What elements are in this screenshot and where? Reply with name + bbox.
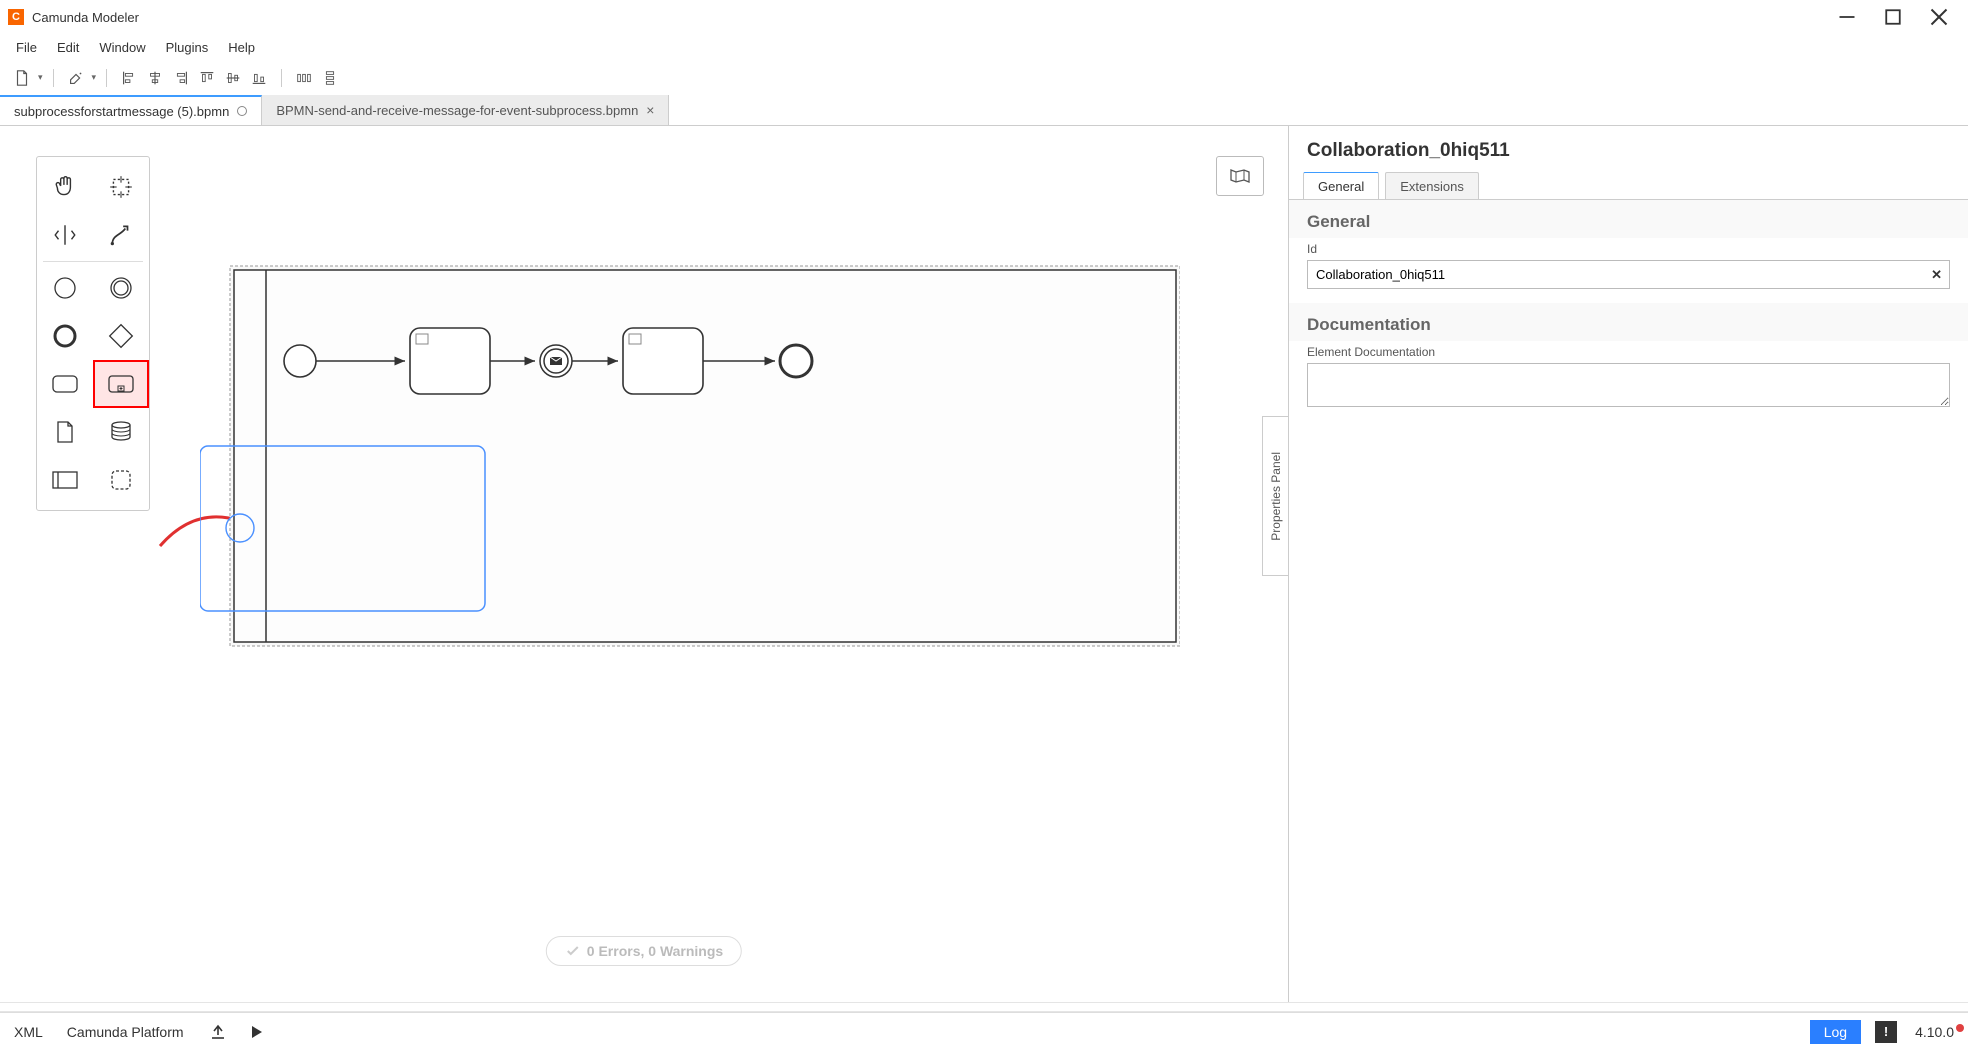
properties-panel-toggle[interactable]: Properties Panel [1262, 416, 1288, 576]
data-store-tool[interactable] [93, 408, 149, 456]
intermediate-event-tool[interactable] [93, 264, 149, 312]
start-event[interactable] [284, 345, 316, 377]
participant-tool[interactable] [37, 456, 93, 504]
gateway-tool[interactable] [93, 312, 149, 360]
window-controls [1838, 8, 1960, 26]
toolbar: ▾ ▾ [0, 60, 1968, 96]
global-connect-tool[interactable] [93, 211, 149, 259]
tool-palette [36, 156, 150, 511]
properties-panel: Collaboration_0hiq511 General Extensions… [1288, 126, 1968, 1002]
close-button[interactable] [1930, 8, 1948, 26]
tab-label: BPMN-send-and-receive-message-for-event-… [276, 103, 638, 118]
canvas-area[interactable]: Properties Panel [0, 126, 1288, 1002]
bpmn-canvas[interactable] [200, 166, 1180, 766]
panel-tabs: General Extensions [1289, 172, 1968, 200]
dirty-indicator-icon [237, 106, 247, 116]
main: Properties Panel [0, 126, 1968, 1002]
validation-status[interactable]: 0 Errors, 0 Warnings [546, 936, 742, 966]
menu-file[interactable]: File [6, 36, 47, 59]
minimize-button[interactable] [1838, 8, 1856, 26]
tabbar: subprocessforstartmessage (5).bpmn BPMN-… [0, 96, 1968, 126]
distribute-v-button[interactable] [318, 66, 342, 90]
space-tool[interactable] [37, 211, 93, 259]
footer-xml-tab[interactable]: XML [14, 1024, 43, 1040]
update-available-icon [1956, 1024, 1964, 1032]
align-right-button[interactable] [169, 66, 193, 90]
tab-file-1[interactable]: subprocessforstartmessage (5).bpmn [0, 95, 262, 125]
align-middle-v-button[interactable] [221, 66, 245, 90]
menubar: File Edit Window Plugins Help [0, 34, 1968, 60]
end-event-tool[interactable] [37, 312, 93, 360]
distribute-h-button[interactable] [292, 66, 316, 90]
menu-plugins[interactable]: Plugins [156, 36, 219, 59]
id-label: Id [1307, 242, 1950, 256]
close-icon[interactable]: × [646, 102, 654, 118]
tab-file-2[interactable]: BPMN-send-and-receive-message-for-event-… [262, 95, 669, 125]
align-top-button[interactable] [195, 66, 219, 90]
titlebar: C Camunda Modeler [0, 0, 1968, 34]
new-file-button[interactable] [10, 66, 34, 90]
status-text: 0 Errors, 0 Warnings [587, 943, 723, 959]
start-event-tool[interactable] [37, 264, 93, 312]
app-icon: C [8, 9, 24, 25]
color-picker-button[interactable] [64, 66, 88, 90]
minimap-toggle[interactable] [1216, 156, 1264, 196]
menu-window[interactable]: Window [89, 36, 155, 59]
group-tool[interactable] [93, 456, 149, 504]
tab-label: subprocessforstartmessage (5).bpmn [14, 104, 229, 119]
section-documentation-header: Documentation [1289, 303, 1968, 341]
color-caret-icon[interactable]: ▾ [92, 72, 97, 83]
panel-title: Collaboration_0hiq511 [1289, 126, 1968, 172]
documentation-label: Element Documentation [1307, 345, 1950, 359]
align-bottom-button[interactable] [247, 66, 271, 90]
task-tool[interactable] [37, 360, 93, 408]
deploy-button[interactable] [208, 1022, 228, 1042]
hand-tool[interactable] [37, 163, 93, 211]
new-file-caret-icon[interactable]: ▾ [38, 72, 43, 83]
documentation-input[interactable] [1307, 363, 1950, 407]
notifications-button[interactable]: ! [1875, 1021, 1897, 1043]
subprocess-expanded-tool[interactable] [93, 360, 149, 408]
align-left-button[interactable] [117, 66, 141, 90]
clear-id-button[interactable]: ✕ [1931, 267, 1942, 283]
data-object-tool[interactable] [37, 408, 93, 456]
tab-general[interactable]: General [1303, 172, 1379, 200]
menu-edit[interactable]: Edit [47, 36, 89, 59]
id-input[interactable] [1307, 260, 1950, 289]
end-event[interactable] [780, 345, 812, 377]
task-2[interactable] [623, 328, 703, 394]
footer-platform-selector[interactable]: Camunda Platform [67, 1024, 184, 1040]
lasso-tool[interactable] [93, 163, 149, 211]
menu-help[interactable]: Help [218, 36, 265, 59]
start-instance-button[interactable] [246, 1022, 266, 1042]
app-title: Camunda Modeler [32, 10, 139, 25]
section-general-header: General [1289, 200, 1968, 238]
task-1[interactable] [410, 328, 490, 394]
tab-extensions[interactable]: Extensions [1385, 172, 1479, 200]
align-center-h-button[interactable] [143, 66, 167, 90]
participant-inner[interactable] [234, 270, 1176, 642]
footer: XML Camunda Platform Log ! 4.10.0 [0, 1012, 1968, 1050]
properties-tab-label: Properties Panel [1269, 452, 1283, 541]
maximize-button[interactable] [1884, 8, 1902, 26]
version-label[interactable]: 4.10.0 [1915, 1024, 1954, 1040]
